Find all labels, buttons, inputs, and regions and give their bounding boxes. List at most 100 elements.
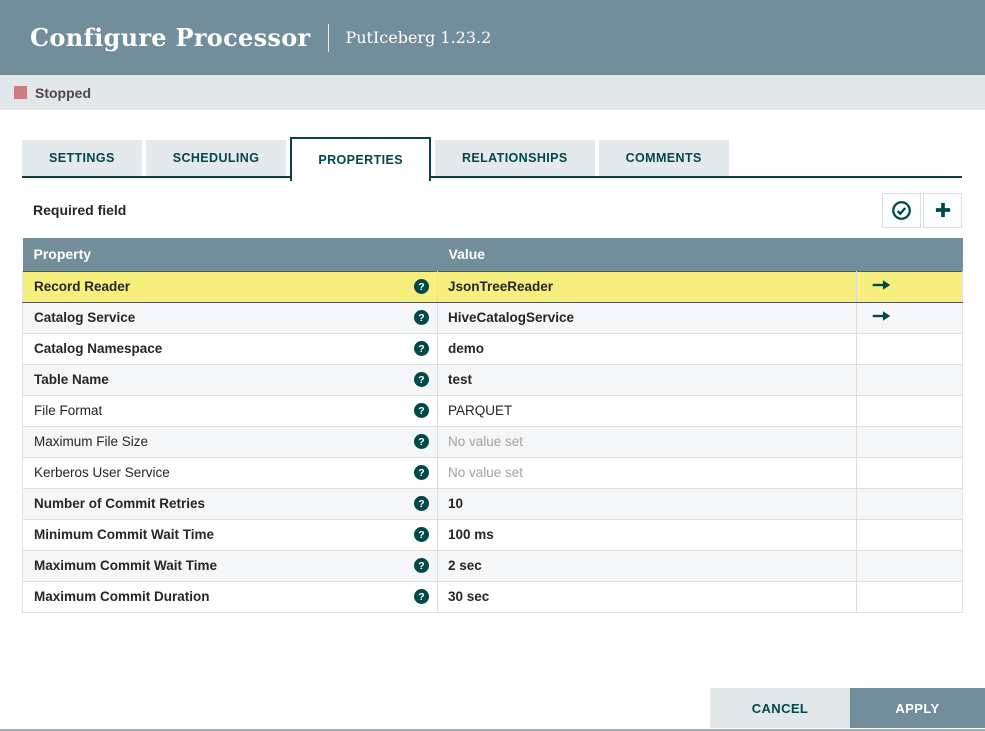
tab-comments[interactable]: COMMENTS (598, 140, 729, 176)
goto-service-cell (856, 519, 963, 551)
tab-underline (22, 176, 962, 178)
property-value-cell[interactable]: 100 ms (437, 519, 857, 551)
property-value-cell[interactable]: 2 sec (437, 550, 857, 582)
property-name-cell: Catalog Namespace? (22, 333, 438, 365)
goto-service-cell (856, 426, 963, 458)
tab-settings[interactable]: SETTINGS (22, 140, 142, 176)
property-row[interactable]: Kerberos User Service? No value set (22, 457, 963, 489)
property-name-cell: Record Reader? (22, 270, 438, 303)
property-value-cell[interactable]: No value set (437, 457, 857, 489)
property-name: File Format (34, 403, 103, 418)
property-name-cell: Minimum Commit Wait Time? (22, 519, 438, 551)
help-icon[interactable]: ? (414, 558, 429, 573)
apply-button[interactable]: APPLY (850, 688, 985, 728)
property-value-cell[interactable]: demo (437, 333, 857, 365)
properties-toolbar: Required field (22, 192, 962, 228)
property-value: 30 sec (448, 589, 490, 604)
column-header-value: Value (437, 238, 963, 271)
property-value: 100 ms (448, 527, 494, 542)
property-row[interactable]: Record Reader? JsonTreeReader (22, 270, 963, 303)
property-row[interactable]: Number of Commit Retries? 10 (22, 488, 963, 520)
help-icon[interactable]: ? (414, 465, 429, 480)
property-value-cell[interactable]: No value set (437, 426, 857, 458)
verify-properties-button[interactable] (882, 192, 921, 228)
add-property-button[interactable] (923, 192, 962, 228)
property-value: test (448, 372, 473, 387)
goto-service-cell (856, 457, 963, 489)
property-name-cell: Maximum Commit Wait Time? (22, 550, 438, 582)
property-value-cell[interactable]: 30 sec (437, 581, 857, 613)
property-name-cell: Table Name? (22, 364, 438, 396)
help-icon[interactable]: ? (414, 341, 429, 356)
property-value: No value set (448, 465, 524, 480)
properties-table: Property Value Record Reader? JsonTreeRea… (22, 238, 963, 613)
tab-scheduling[interactable]: SCHEDULING (145, 140, 287, 176)
help-icon[interactable]: ? (414, 434, 429, 449)
goto-service-arrow-icon[interactable] (872, 310, 891, 322)
property-name: Minimum Commit Wait Time (34, 527, 215, 542)
table-header-row: Property Value (22, 238, 963, 271)
property-value-cell[interactable]: PARQUET (437, 395, 857, 427)
property-value: demo (448, 341, 485, 356)
property-row[interactable]: Catalog Namespace? demo (22, 333, 963, 365)
property-row[interactable]: Table Name? test (22, 364, 963, 396)
property-value-cell[interactable]: JsonTreeReader (437, 270, 857, 303)
goto-service-cell[interactable] (856, 302, 963, 334)
property-name: Kerberos User Service (34, 465, 170, 480)
cancel-button[interactable]: CANCEL (710, 688, 850, 728)
property-name: Maximum Commit Duration (34, 589, 210, 604)
tab-properties[interactable]: PROPERTIES (290, 137, 431, 181)
property-name-cell: File Format? (22, 395, 438, 427)
property-name-cell: Kerberos User Service? (22, 457, 438, 489)
property-row[interactable]: Maximum File Size? No value set (22, 426, 963, 458)
goto-service-arrow-icon[interactable] (872, 279, 891, 291)
status-bar: Stopped (0, 75, 985, 110)
tab-bar: SETTINGS SCHEDULING PROPERTIES RELATIONSHIP… (22, 137, 962, 182)
column-header-property: Property (22, 238, 438, 271)
title-separator (328, 23, 330, 52)
processor-type-version: PutIceberg 1.23.2 (345, 28, 492, 47)
property-value: No value set (448, 434, 524, 449)
property-value-cell[interactable]: HiveCatalogService (437, 302, 857, 334)
property-row[interactable]: Minimum Commit Wait Time? 100 ms (22, 519, 963, 551)
property-row[interactable]: File Format? PARQUET (22, 395, 963, 427)
goto-service-cell[interactable] (856, 270, 963, 303)
property-value-cell[interactable]: 10 (437, 488, 857, 520)
property-name-cell: Number of Commit Retries? (22, 488, 438, 520)
goto-service-cell (856, 488, 963, 520)
help-icon[interactable]: ? (414, 310, 429, 325)
check-circle-icon (891, 200, 912, 221)
configure-processor-dialog: Configure Processor PutIceberg 1.23.2 St… (0, 0, 985, 731)
help-icon[interactable]: ? (414, 279, 429, 294)
property-value: 10 (448, 496, 464, 511)
plus-icon (933, 200, 953, 220)
property-name: Maximum File Size (34, 434, 149, 449)
dialog-title: Configure Processor (30, 23, 311, 52)
property-name: Table Name (34, 372, 109, 387)
property-row[interactable]: Catalog Service? HiveCatalogService (22, 302, 963, 334)
help-icon[interactable]: ? (414, 403, 429, 418)
help-icon[interactable]: ? (414, 527, 429, 542)
goto-service-cell (856, 581, 963, 613)
property-name-cell: Maximum File Size? (22, 426, 438, 458)
help-icon[interactable]: ? (414, 589, 429, 604)
dialog-content: SETTINGS SCHEDULING PROPERTIES RELATIONSHIP… (0, 137, 985, 613)
required-field-label: Required field (33, 202, 127, 218)
property-name: Maximum Commit Wait Time (34, 558, 218, 573)
help-icon[interactable]: ? (414, 372, 429, 387)
tab-relationships[interactable]: RELATIONSHIPS (434, 140, 595, 176)
property-name-cell: Maximum Commit Duration? (22, 581, 438, 613)
status-label: Stopped (35, 84, 91, 101)
goto-service-cell (856, 395, 963, 427)
goto-service-cell (856, 333, 963, 365)
property-name-cell: Catalog Service? (22, 302, 438, 334)
property-row[interactable]: Maximum Commit Wait Time? 2 sec (22, 550, 963, 582)
help-icon[interactable]: ? (414, 496, 429, 511)
goto-service-cell (856, 364, 963, 396)
property-name: Record Reader (34, 279, 131, 294)
property-row[interactable]: Maximum Commit Duration? 30 sec (22, 581, 963, 613)
property-value: 2 sec (448, 558, 482, 573)
property-value-cell[interactable]: test (437, 364, 857, 396)
goto-service-cell (856, 550, 963, 582)
property-value: PARQUET (448, 403, 513, 418)
